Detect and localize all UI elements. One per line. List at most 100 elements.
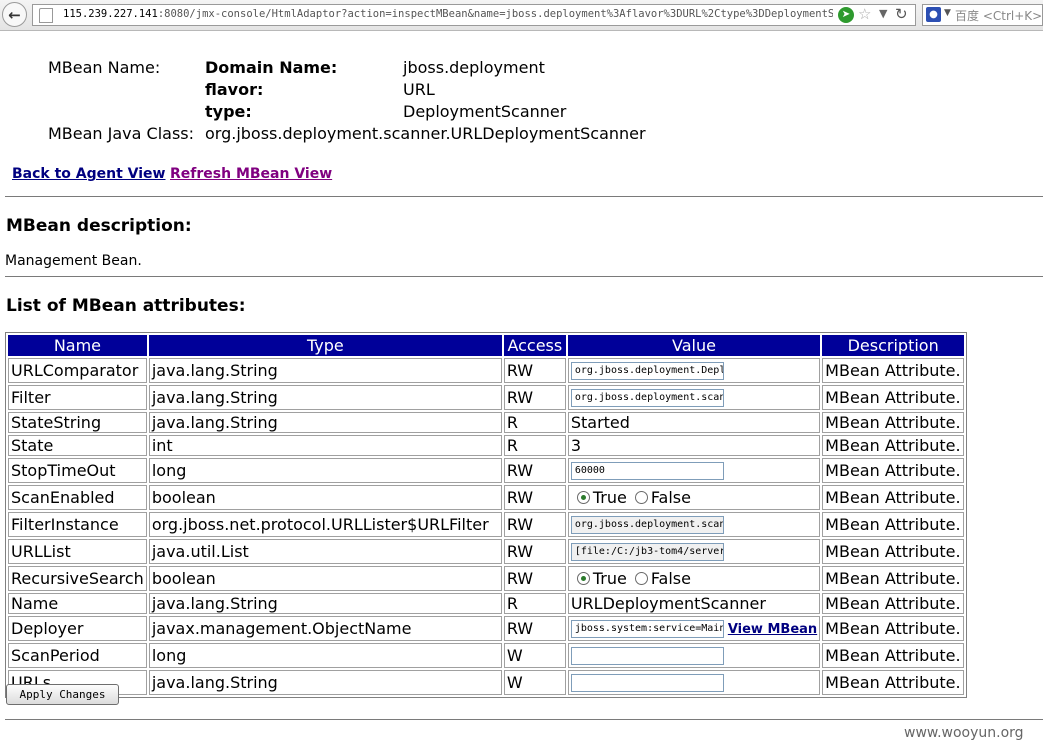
- back-arrow-icon[interactable]: ←: [2, 2, 27, 27]
- apply-changes-button[interactable]: Apply Changes: [6, 684, 119, 705]
- table-row: StopTimeOut long RW 60000 MBean Attribut…: [8, 458, 965, 483]
- attr-access: W: [503, 670, 566, 695]
- table-row: URLs java.lang.String W MBean Attribute.: [8, 670, 965, 695]
- attr-name: FilterInstance: [8, 512, 147, 537]
- watermark: www.wooyun.org: [904, 725, 1024, 741]
- url-host: 115.239.227.141: [63, 8, 158, 20]
- bookmark-star-icon[interactable]: ☆: [858, 5, 871, 23]
- urllist-input[interactable]: [file:/C:/jb3-tom4/server/default/deploy…: [570, 543, 724, 562]
- attr-type: boolean: [148, 485, 502, 510]
- table-header-row: Name Type Access Value Description: [8, 335, 965, 356]
- history-dropdown-icon[interactable]: ▼: [879, 7, 887, 20]
- attr-type: org.jboss.net.protocol.URLLister$URLFilt…: [148, 512, 502, 537]
- search-placeholder: 百度 <Ctrl+K>: [955, 9, 1043, 23]
- attr-description: MBean Attribute.: [822, 539, 965, 564]
- attr-value-cell: org.jboss.deployment.scanner.DeploymentF…: [567, 512, 821, 537]
- type-value: DeploymentScanner: [403, 102, 567, 121]
- view-mbean-link[interactable]: View MBean: [728, 622, 817, 637]
- address-bar[interactable]: 115.239.227.141:8080/jmx-console/HtmlAda…: [32, 4, 916, 26]
- urlcomparator-input[interactable]: org.jboss.deployment.DeploymentSorter: [570, 362, 724, 381]
- attr-access: RW: [503, 539, 566, 564]
- attr-value: 3: [567, 435, 821, 456]
- reload-icon[interactable]: ↻: [895, 5, 908, 23]
- attr-access: W: [503, 643, 566, 668]
- attr-access: RW: [503, 358, 566, 383]
- attr-name: ScanEnabled: [8, 485, 147, 510]
- attr-description: MBean Attribute.: [822, 385, 965, 410]
- description-title: MBean description:: [6, 216, 192, 236]
- search-bar[interactable]: ● ▼ 百度 <Ctrl+K>: [922, 4, 1043, 26]
- attr-type: java.lang.String: [148, 358, 502, 383]
- attr-value-cell: org.jboss.deployment.scanner.DeploymentF…: [567, 385, 821, 410]
- refresh-mbean-link[interactable]: Refresh MBean View: [170, 166, 332, 182]
- attr-access: RW: [503, 512, 566, 537]
- attr-name: RecursiveSearch: [8, 566, 147, 591]
- attr-value-cell: jboss.system:service=MainDeployer View MB…: [567, 616, 821, 641]
- chevron-down-icon[interactable]: ▼: [944, 8, 951, 18]
- divider: [5, 196, 1043, 197]
- back-to-agent-text[interactable]: Back to Agent View: [12, 166, 166, 182]
- attr-description: MBean Attribute.: [822, 412, 965, 433]
- back-to-agent-link[interactable]: Back to Agent View: [12, 166, 166, 182]
- search-engine-icon[interactable]: ●: [926, 7, 941, 22]
- attr-type: java.lang.String: [148, 385, 502, 410]
- attr-access: RW: [503, 616, 566, 641]
- attr-description: MBean Attribute.: [822, 566, 965, 591]
- table-row: ScanPeriod long W MBean Attribute.: [8, 643, 965, 668]
- attr-value-cell: 60000: [567, 458, 821, 483]
- attr-access: R: [503, 412, 566, 433]
- attr-type: javax.management.ObjectName: [148, 616, 502, 641]
- attr-access: RW: [503, 485, 566, 510]
- url-text: 115.239.227.141:8080/jmx-console/HtmlAda…: [63, 8, 833, 20]
- table-row: Deployer javax.management.ObjectName RW …: [8, 616, 965, 641]
- attr-type: java.util.List: [148, 539, 502, 564]
- radio-label-false: False: [650, 488, 691, 507]
- domain-name-label: Domain Name:: [205, 58, 338, 77]
- header-value: Value: [567, 335, 821, 356]
- browser-toolbar: ← 115.239.227.141:8080/jmx-console/HtmlA…: [0, 0, 1043, 31]
- attr-name: Name: [8, 593, 147, 614]
- header-type: Type: [148, 335, 502, 356]
- scanenabled-true-radio[interactable]: [576, 491, 590, 504]
- attr-description: MBean Attribute.: [822, 485, 965, 510]
- scanperiod-input[interactable]: [570, 647, 724, 666]
- filter-input[interactable]: org.jboss.deployment.scanner.DeploymentF…: [570, 389, 724, 408]
- recursivesearch-true-radio[interactable]: [576, 572, 590, 585]
- flavor-value: URL: [403, 80, 435, 99]
- attributes-title: List of MBean attributes:: [6, 296, 246, 316]
- radio-label-false: False: [650, 569, 691, 588]
- stoptimeout-input[interactable]: 60000: [570, 462, 724, 481]
- flavor-label: flavor:: [205, 80, 264, 99]
- attr-name: URLComparator: [8, 358, 147, 383]
- go-arrow-icon[interactable]: ➤: [838, 7, 854, 23]
- table-row: FilterInstance org.jboss.net.protocol.UR…: [8, 512, 965, 537]
- attr-name: State: [8, 435, 147, 456]
- attr-access: R: [503, 435, 566, 456]
- attr-description: MBean Attribute.: [822, 593, 965, 614]
- attr-value: URLDeploymentScanner: [567, 593, 821, 614]
- attr-name: StopTimeOut: [8, 458, 147, 483]
- filterinstance-input[interactable]: org.jboss.deployment.scanner.DeploymentF…: [570, 516, 724, 535]
- mbean-name-label: MBean Name:: [48, 58, 161, 77]
- table-row: Filter java.lang.String RW org.jboss.dep…: [8, 385, 965, 410]
- attr-name: ScanPeriod: [8, 643, 147, 668]
- urls-input[interactable]: [570, 674, 724, 693]
- type-label: type:: [205, 102, 252, 121]
- attr-type: java.lang.String: [148, 593, 502, 614]
- attr-value-cell: [file:/C:/jb3-tom4/server/default/deploy…: [567, 539, 821, 564]
- attr-value-cell: True False: [567, 485, 821, 510]
- attr-description: MBean Attribute.: [822, 643, 965, 668]
- scanenabled-false-radio[interactable]: [634, 491, 648, 504]
- attr-value: Started: [567, 412, 821, 433]
- table-row: Name java.lang.String R URLDeploymentSca…: [8, 593, 965, 614]
- attr-name: URLList: [8, 539, 147, 564]
- divider: [5, 276, 1043, 277]
- header-access: Access: [503, 335, 566, 356]
- attr-type: java.lang.String: [148, 412, 502, 433]
- recursivesearch-false-radio[interactable]: [634, 572, 648, 585]
- attr-description: MBean Attribute.: [822, 458, 965, 483]
- refresh-mbean-text[interactable]: Refresh MBean View: [170, 166, 332, 182]
- deployer-input[interactable]: jboss.system:service=MainDeployer: [570, 620, 724, 639]
- page-icon: [39, 8, 53, 23]
- description-text: Management Bean.: [5, 253, 142, 269]
